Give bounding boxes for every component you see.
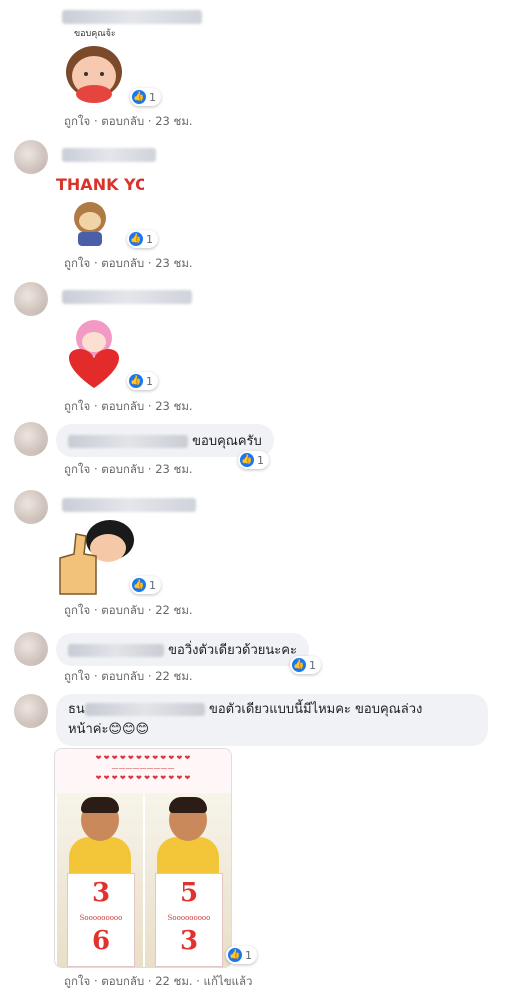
comment-bubble[interactable]: ขอวิ่งตัวเดียวด้วยนะคะ [56,633,309,666]
comment-text: ขอวิ่งตัวเดียวด้วยนะคะ [168,643,297,658]
timestamp[interactable]: 23 ชม. [155,114,192,128]
comment-actions: ถูกใจ · ตอบกลับ · 22 ชม. [64,602,193,620]
like-icon: 👍 [228,948,242,962]
reaction-number: 1 [149,90,156,104]
timestamp[interactable]: 23 ชม. [155,462,192,476]
comment-actions: ถูกใจ · ตอบกลับ · 22 ชม. [64,668,193,686]
photo-header-decoration: ❤ ❤ ❤ ❤ ❤ ❤ ❤ ❤ ❤ ❤ ❤ ❤ ————————— ❤ ❤ ❤ ❤ … [55,749,231,797]
avatar[interactable] [14,694,48,728]
comment-actions: ถูกใจ · ตอบกลับ · 23 ชม. [64,461,193,479]
avatar[interactable] [14,632,48,666]
reaction-number: 1 [149,578,156,592]
number-card-left: 3 Sooooooooo 6 [67,873,135,967]
reply-link[interactable]: ตอบกลับ [101,974,144,988]
like-link[interactable]: ถูกใจ [64,669,90,683]
reaction-count[interactable]: 👍 1 [130,576,161,594]
like-icon: 👍 [132,578,146,592]
like-link[interactable]: ถูกใจ [64,256,90,270]
avatar[interactable] [14,422,48,456]
like-icon: 👍 [240,453,254,467]
reaction-number: 1 [146,374,153,388]
comment-text: ขอบคุณครับ [192,434,262,449]
comment-text-line2: หน้าค่ะ😊😊😊 [68,722,150,737]
separator: · [93,114,98,128]
attached-photo[interactable]: ❤ ❤ ❤ ❤ ❤ ❤ ❤ ❤ ❤ ❤ ❤ ❤ ————————— ❤ ❤ ❤ ❤ … [54,748,232,968]
commenter-name-prefix[interactable]: ธน [68,702,85,717]
like-icon: 👍 [129,232,143,246]
sticker-caption: THANK YOU [56,175,144,194]
like-link[interactable]: ถูกใจ [64,114,90,128]
separator: · [147,974,152,988]
reaction-count[interactable]: 👍 1 [130,88,161,106]
reply-link[interactable]: ตอบกลับ [101,603,144,617]
timestamp[interactable]: 23 ชม. [155,399,192,413]
avatar[interactable] [14,282,48,316]
reply-link[interactable]: ตอบกลับ [101,669,144,683]
separator: · [147,399,152,413]
separator: · [196,974,200,988]
comment-actions: ถูกใจ · ตอบกลับ · 22 ชม. · แก้ไขแล้ว [64,973,252,991]
photo-left-pane: 3 Sooooooooo 6 [57,793,143,967]
comment-actions: ถูกใจ · ตอบกลับ · 23 ชม. [64,255,193,273]
avatar[interactable] [14,140,48,174]
commenter-name-blurred[interactable] [62,148,156,162]
commenter-name-blurred[interactable] [68,435,188,448]
comment-actions: ถูกใจ · ตอบกลับ · 23 ชม. [64,398,193,416]
separator: · [93,462,98,476]
timestamp[interactable]: 23 ชม. [155,256,192,270]
timestamp[interactable]: 22 ชม. [155,669,192,683]
comment-bubble[interactable]: ธน ขอตัวเดียวแบบนี้มีไหมคะ ขอบคุณล่วง หน… [56,694,488,746]
reply-link[interactable]: ตอบกลับ [101,462,144,476]
number-card-right: 5 Sooooooooo 3 [155,873,223,967]
separator: · [147,256,152,270]
comment-actions: ถูกใจ · ตอบกลับ · 23 ชม. [64,113,193,131]
comment-text-line1: ขอตัวเดียวแบบนี้มีไหมคะ ขอบคุณล่วง [208,702,423,717]
reaction-number: 1 [309,658,316,672]
separator: · [93,603,98,617]
separator: · [93,974,98,988]
commenter-name-blurred[interactable] [62,498,196,512]
like-icon: 👍 [292,658,306,672]
separator: · [147,669,152,683]
edited-label[interactable]: แก้ไขแล้ว [204,974,253,988]
like-link[interactable]: ถูกใจ [64,399,90,413]
avatar[interactable] [14,490,48,524]
timestamp[interactable]: 22 ชม. [155,603,192,617]
separator: · [93,399,98,413]
like-link[interactable]: ถูกใจ [64,974,90,988]
reply-link[interactable]: ตอบกลับ [101,399,144,413]
like-link[interactable]: ถูกใจ [64,603,90,617]
sticker-caption: ขอบคุณจ้ะ [74,28,116,39]
commenter-name-blurred[interactable] [62,290,192,304]
separator: · [147,114,152,128]
reaction-number: 1 [257,453,264,467]
separator: · [147,462,152,476]
separator: · [147,603,152,617]
reaction-count[interactable]: 👍 1 [238,451,269,469]
reaction-count[interactable]: 👍 1 [226,946,257,964]
photo-right-pane: 5 Sooooooooo 3 [145,793,231,967]
commenter-name-blurred[interactable] [68,644,164,657]
reaction-count[interactable]: 👍 1 [290,656,321,674]
reaction-count[interactable]: 👍 1 [127,372,158,390]
commenter-name-blurred[interactable] [84,703,205,716]
timestamp[interactable]: 22 ชม. [155,974,192,988]
reaction-number: 1 [245,948,252,962]
reaction-number: 1 [146,232,153,246]
separator: · [93,256,98,270]
like-link[interactable]: ถูกใจ [64,462,90,476]
reaction-count[interactable]: 👍 1 [127,230,158,248]
reply-link[interactable]: ตอบกลับ [101,114,144,128]
like-icon: 👍 [132,90,146,104]
like-icon: 👍 [129,374,143,388]
separator: · [93,669,98,683]
reply-link[interactable]: ตอบกลับ [101,256,144,270]
